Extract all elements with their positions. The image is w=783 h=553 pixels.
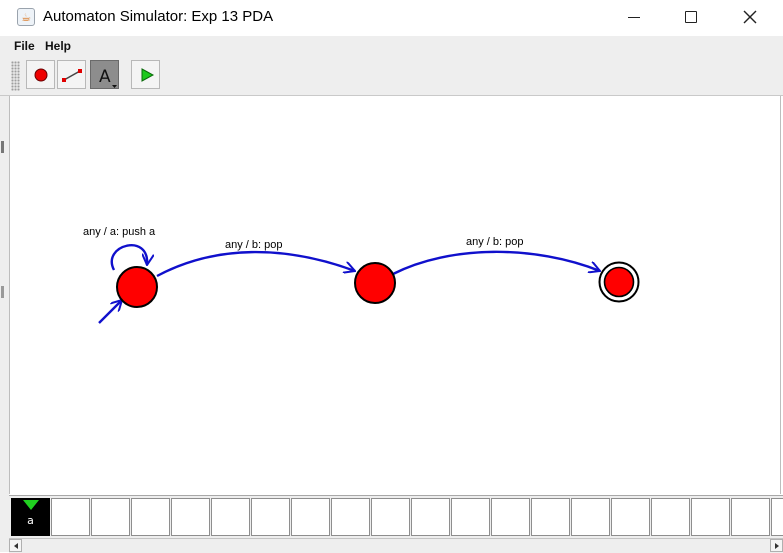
transition-edge-q0-q0[interactable] [110, 244, 147, 271]
transition-label-q1-q2: any / b: pop [466, 236, 524, 248]
tape-cell[interactable] [691, 498, 730, 536]
tape-cell[interactable] [651, 498, 690, 536]
scroll-right-icon [775, 543, 779, 549]
start-arrow [98, 300, 122, 324]
tape-cell[interactable] [331, 498, 370, 536]
transition-edge-q0-q1[interactable] [156, 250, 355, 278]
tape-cell[interactable] [51, 498, 90, 536]
state-q2[interactable] [603, 266, 635, 298]
tape-cell[interactable] [91, 498, 130, 536]
tape-cell[interactable] [611, 498, 650, 536]
tape-cell[interactable] [131, 498, 170, 536]
tape-head-icon [23, 500, 39, 510]
tape-cell[interactable] [491, 498, 530, 536]
state-q1[interactable] [354, 262, 396, 304]
horizontal-scrollbar[interactable] [9, 538, 783, 553]
tape-cell[interactable] [371, 498, 410, 536]
tape-cell[interactable] [571, 498, 610, 536]
input-tape: a [9, 495, 783, 538]
tape-cell[interactable] [451, 498, 490, 536]
scroll-left-button[interactable] [9, 539, 22, 552]
tape-cell[interactable] [411, 498, 450, 536]
tape-cell[interactable] [291, 498, 330, 536]
tape-cell[interactable] [531, 498, 570, 536]
tape-cell[interactable] [731, 498, 770, 536]
tape-cell[interactable] [171, 498, 210, 536]
tape-cell[interactable]: a [11, 498, 50, 536]
tape-cell[interactable] [771, 498, 783, 536]
tape-symbol: a [27, 514, 34, 527]
state-q0[interactable] [116, 266, 158, 308]
tape-cell[interactable] [251, 498, 290, 536]
transition-label-q0-q1: any / b: pop [225, 239, 283, 251]
scroll-left-icon [14, 543, 18, 549]
transition-edge-q1-q2[interactable] [392, 250, 600, 276]
automaton-diagram: any / a: push a any / b: pop any / b: po… [83, 226, 640, 324]
transition-label-q0-q0: any / a: push a [83, 226, 156, 238]
scroll-right-button[interactable] [770, 539, 783, 552]
tape-cell[interactable] [211, 498, 250, 536]
